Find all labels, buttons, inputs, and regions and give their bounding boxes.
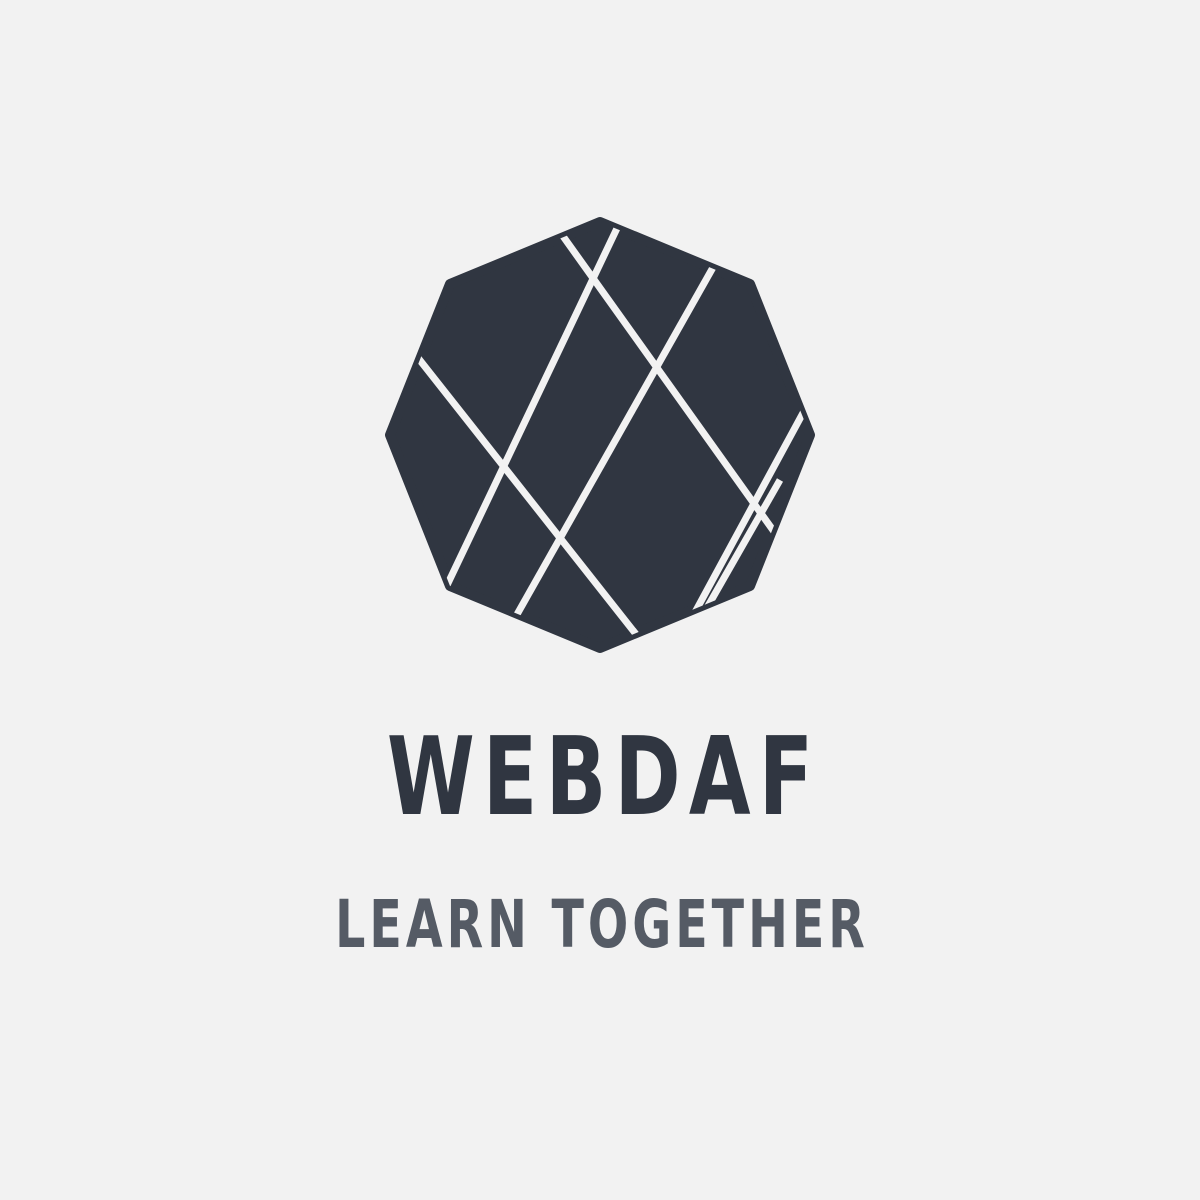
tagline: LEARN TOGETHER — [335, 886, 869, 963]
brand-name: WEBDAF — [386, 715, 822, 840]
faceted-octagon-icon — [385, 217, 815, 653]
logo-canvas: WEBDAF LEARN TOGETHER — [0, 0, 1200, 1200]
